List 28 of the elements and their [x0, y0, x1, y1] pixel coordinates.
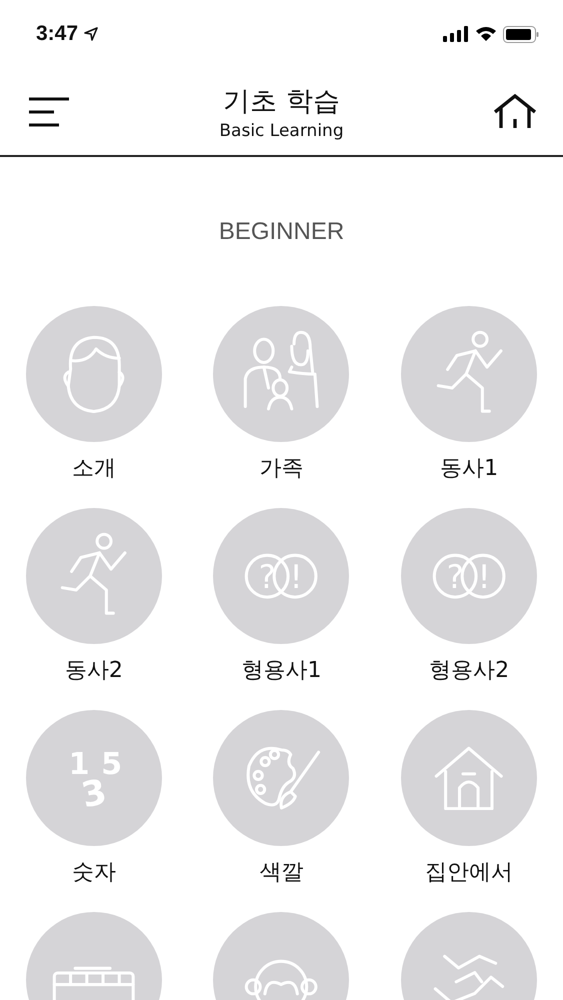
- lesson-label: 숫자: [72, 859, 116, 887]
- menu-button[interactable]: [28, 96, 70, 126]
- status-time: 3:47: [36, 22, 78, 46]
- lesson-label: 가족: [259, 455, 304, 483]
- wifi-icon: [475, 26, 497, 42]
- runner-icon: [60, 532, 128, 616]
- family-icon: [243, 330, 320, 412]
- lesson-button[interactable]: ? !: [401, 508, 538, 644]
- lesson-label: 동사2: [64, 657, 123, 685]
- lesson-label: 소개: [72, 455, 116, 483]
- battery-icon: [503, 26, 539, 42]
- lesson-label: 형용사1: [241, 657, 322, 685]
- lesson-label: 색깔: [259, 859, 304, 887]
- page-subtitle: Basic Learning: [219, 120, 344, 140]
- lesson-label: 집안에서: [425, 859, 514, 887]
- lesson-label: 형용사2: [429, 657, 510, 685]
- menu-icon: [28, 96, 70, 126]
- lesson-button[interactable]: ? !: [213, 508, 350, 644]
- lesson-label: 동사1: [440, 455, 498, 483]
- home-icon: [493, 94, 537, 130]
- monkey-icon: [244, 959, 319, 1000]
- home-button[interactable]: [493, 94, 537, 130]
- signal-icon: [443, 26, 469, 42]
- house-icon: [434, 746, 504, 810]
- page-title: 기초 학습: [223, 84, 340, 118]
- section-title: BEGINNER: [218, 218, 344, 245]
- runner-icon: [436, 330, 503, 414]
- location-arrow-icon: [84, 27, 98, 41]
